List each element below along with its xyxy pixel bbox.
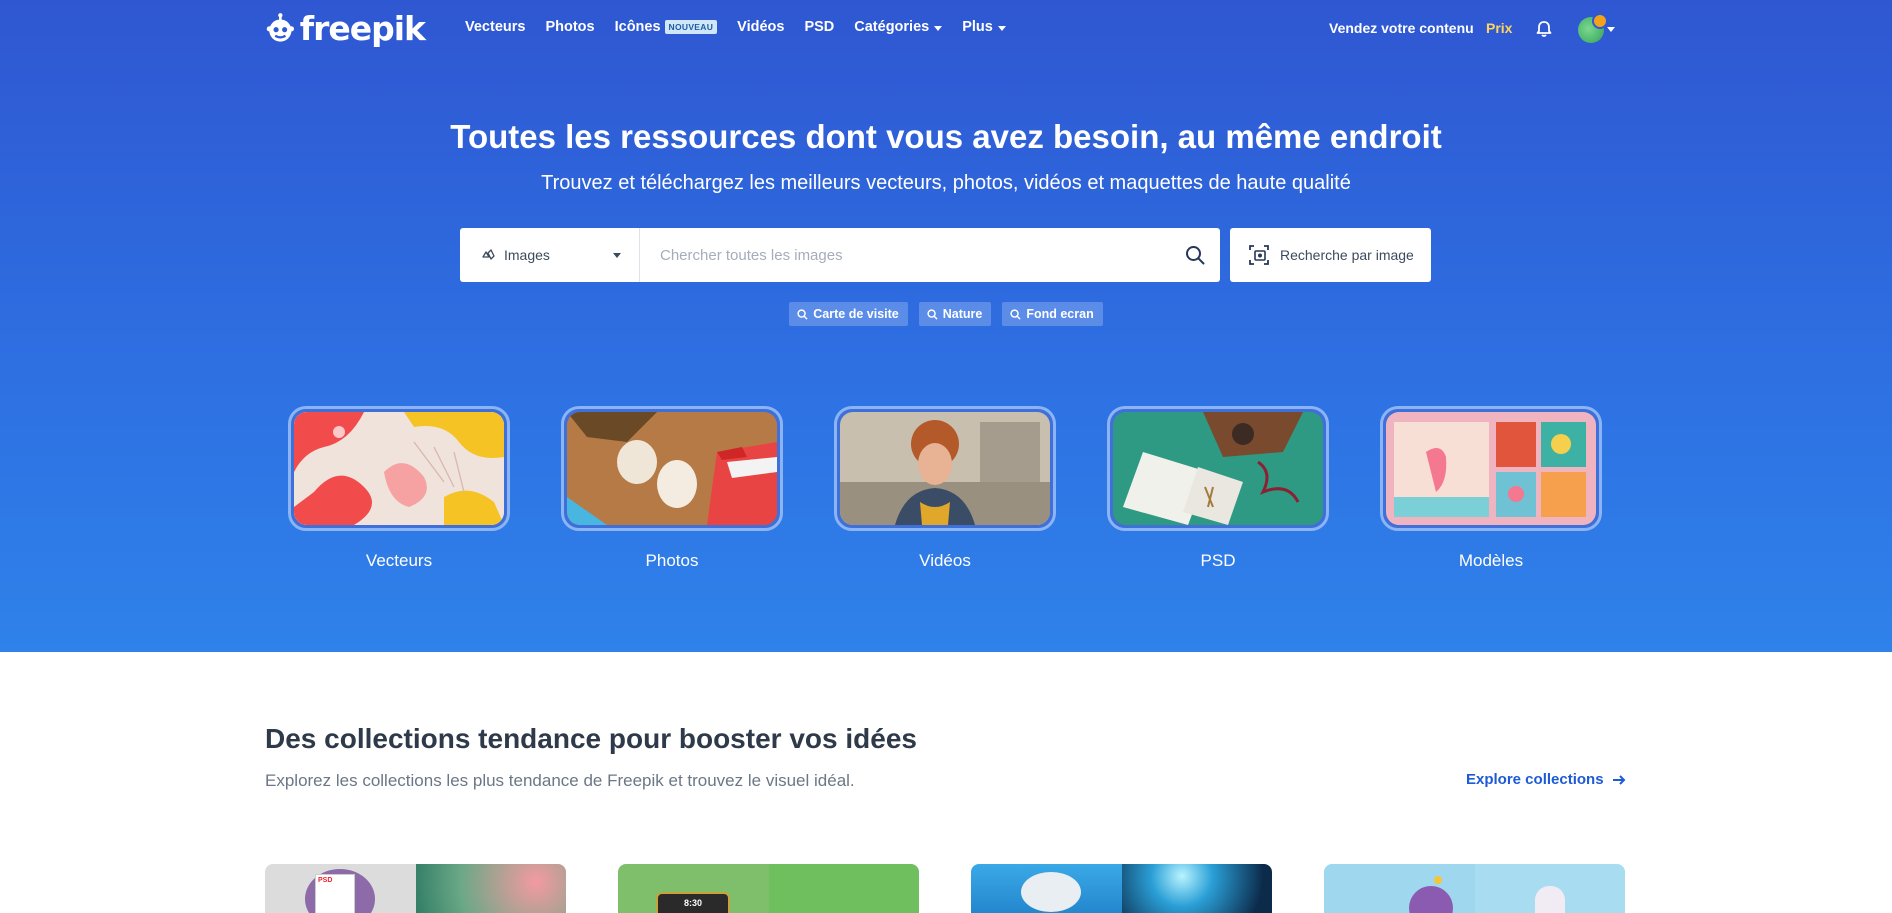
bell-icon[interactable] — [1534, 19, 1554, 39]
search-icon — [1186, 246, 1205, 265]
phone-time: 8:30 — [656, 892, 730, 913]
pricing-link[interactable]: Prix — [1486, 20, 1512, 36]
explore-collections-link[interactable]: Explore collections — [1466, 771, 1626, 788]
collection-card[interactable]: 8:30 — [618, 864, 919, 913]
arrow-right-icon — [1612, 774, 1625, 785]
collection-thumbnail: 8:30 — [618, 864, 769, 913]
tag-carte-de-visite[interactable]: Carte de visite — [789, 302, 908, 326]
collections-subtitle: Explorez les collections les plus tendan… — [265, 771, 855, 790]
tag-label: Fond ecran — [1026, 307, 1094, 321]
video-thumbnail — [840, 412, 1050, 525]
hero-subtitle: Trouvez et téléchargez les meilleurs vec… — [541, 172, 1351, 194]
tag-label: Carte de visite — [813, 307, 899, 321]
category-photos[interactable]: Photos — [561, 406, 783, 571]
psd-badge: PSD — [315, 874, 355, 913]
collection-cards: PSD 8:30 — [265, 864, 1627, 913]
category-modeles[interactable]: Modèles — [1380, 406, 1602, 571]
chevron-down-icon — [613, 253, 621, 258]
nav-right: Vendez votre contenu Prix — [0, 13, 1892, 43]
category-label: Photos — [645, 551, 699, 570]
vector-pattern-thumbnail — [294, 412, 504, 525]
image-search-icon — [1249, 245, 1269, 265]
search-type-label: Images — [504, 247, 550, 263]
hero-section: freepik Vecteurs Photos Icônes NOUVEAU Vi… — [0, 0, 1892, 652]
crown-icon — [1592, 13, 1608, 29]
top-navbar: freepik Vecteurs Photos Icônes NOUVEAU Vi… — [0, 0, 1892, 58]
search-icon — [1010, 308, 1021, 320]
search-bar: Images — [460, 228, 1220, 282]
collections-title: Des collections tendance pour booster vo… — [265, 723, 917, 754]
collection-thumbnail — [1121, 864, 1272, 913]
collection-thumbnail — [1474, 864, 1625, 913]
explore-label: Explore collections — [1466, 771, 1604, 788]
category-psd[interactable]: PSD — [1107, 406, 1329, 571]
hero-title: Toutes les ressources dont vous avez bes… — [450, 118, 1442, 155]
templates-thumbnail — [1386, 412, 1596, 525]
sell-content-link[interactable]: Vendez votre contenu — [1329, 20, 1474, 36]
collection-card[interactable]: PSD — [265, 864, 566, 913]
collection-card[interactable] — [1324, 864, 1625, 913]
category-label: Vidéos — [919, 551, 971, 570]
collection-thumbnail — [971, 864, 1122, 913]
category-vecteurs[interactable]: Vecteurs — [288, 406, 510, 571]
search-icon — [797, 308, 808, 320]
tag-label: Nature — [942, 307, 983, 321]
photo-thumbnail — [567, 412, 777, 525]
category-label: Vecteurs — [365, 551, 433, 570]
image-search-button[interactable]: Recherche par image — [1230, 228, 1431, 282]
search-input[interactable] — [640, 228, 1170, 282]
tag-fond-ecran[interactable]: Fond ecran — [1002, 302, 1103, 326]
collection-thumbnail — [768, 864, 919, 913]
category-videos[interactable]: Vidéos — [834, 406, 1056, 571]
category-cards: Vecteurs Photos Vidéos PSD Modèles — [288, 406, 1604, 576]
tag-nature[interactable]: Nature — [918, 302, 992, 326]
search-type-select[interactable]: Images — [460, 228, 640, 282]
collection-card[interactable] — [971, 864, 1272, 913]
collection-thumbnail — [1324, 864, 1475, 913]
category-label: PSD — [1200, 551, 1236, 570]
collection-thumbnail — [415, 864, 566, 913]
image-search-label: Recherche par image — [1280, 247, 1414, 263]
suggested-tags: Carte de visite Nature Fond ecran — [0, 302, 1892, 326]
category-label: Modèles — [1458, 551, 1524, 570]
psd-thumbnail — [1113, 412, 1323, 525]
search-icon — [927, 308, 938, 320]
chevron-down-icon[interactable] — [1607, 27, 1615, 32]
search-button[interactable] — [1170, 228, 1220, 282]
images-icon — [482, 249, 495, 260]
collection-thumbnail: PSD — [265, 864, 416, 913]
